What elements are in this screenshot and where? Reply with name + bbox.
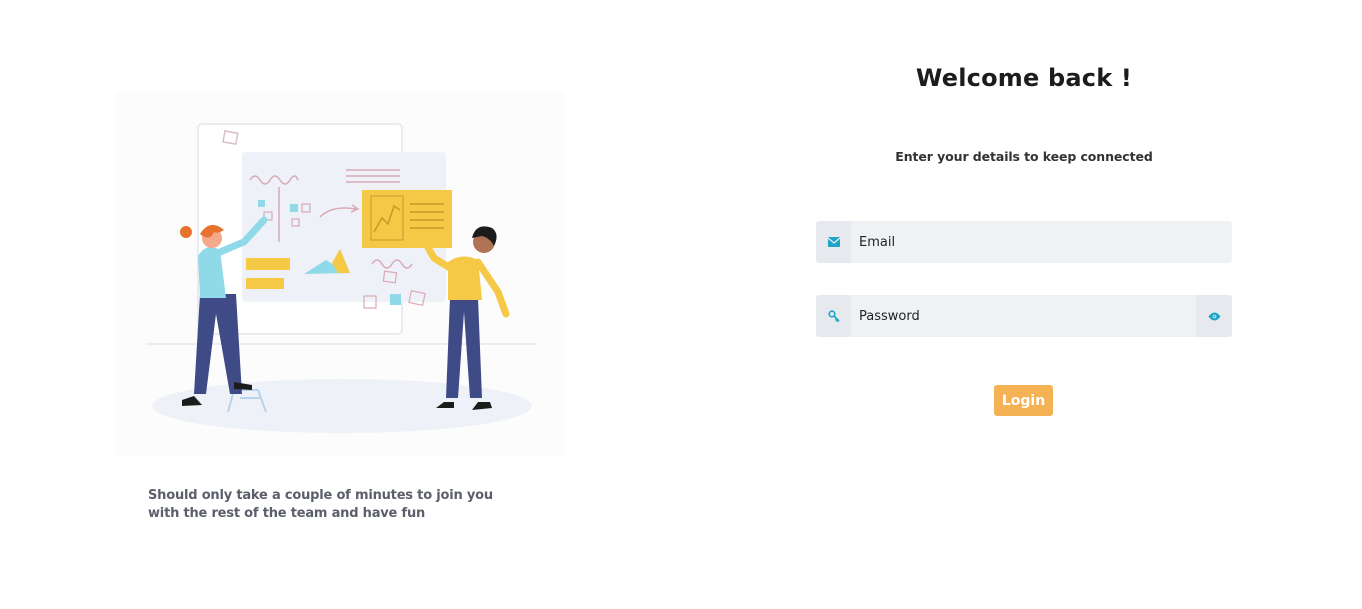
page-title: Welcome back ! (915, 64, 1133, 92)
login-button[interactable]: Login (994, 385, 1053, 416)
envelope-icon (816, 221, 851, 263)
email-input[interactable] (851, 221, 1232, 263)
key-icon (816, 295, 851, 337)
password-input[interactable] (851, 295, 1196, 337)
eye-icon[interactable] (1196, 295, 1232, 337)
page-subtitle: Enter your details to keep connected (895, 149, 1153, 164)
team-illustration (116, 92, 564, 456)
promo-tagline: Should only take a couple of minutes to … (148, 488, 493, 521)
email-field-group (816, 221, 1232, 263)
password-field-group (816, 295, 1232, 337)
